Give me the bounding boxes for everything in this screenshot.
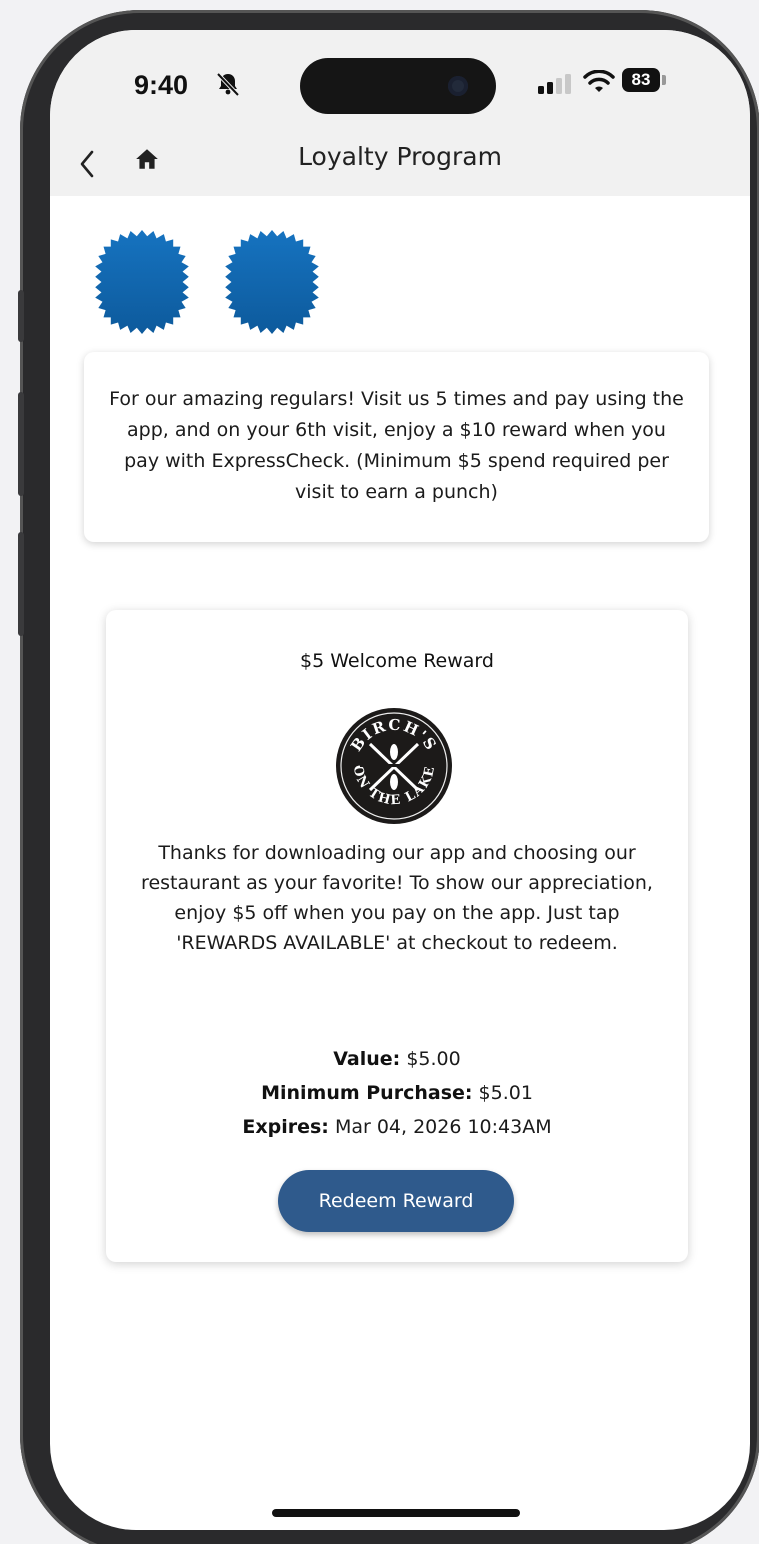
reward-expires-row: Expires: Mar 04, 2026 10:43AM xyxy=(106,1116,688,1138)
reward-description: Thanks for downloading our app and choos… xyxy=(141,842,653,954)
reward-min-purchase-label: Minimum Purchase: xyxy=(261,1082,473,1104)
battery-icon: 83 xyxy=(622,68,660,92)
status-time: 9:40 xyxy=(134,70,189,100)
loyalty-info-card: For our amazing regulars! Visit us 5 tim… xyxy=(84,352,709,542)
home-indicator[interactable] xyxy=(272,1509,520,1517)
punch-stamp-icon xyxy=(95,230,189,334)
reward-expires: Mar 04, 2026 10:43AM xyxy=(334,1116,552,1138)
reward-title: $5 Welcome Reward xyxy=(300,650,494,672)
restaurant-logo: BIRCH'S ON THE LAKE xyxy=(336,708,452,824)
screen: 9:40 83 Loyalty Program For our amazing … xyxy=(50,30,750,1530)
page-title: Loyalty Program xyxy=(298,142,502,171)
reward-value: $5.00 xyxy=(406,1048,461,1070)
volume-down-button xyxy=(18,532,24,636)
reward-min-purchase: $5.01 xyxy=(478,1082,533,1104)
bell-slash-icon xyxy=(216,72,240,97)
punch-card-stamps xyxy=(90,230,324,340)
cellular-signal-icon xyxy=(538,74,571,94)
reward-value-label: Value: xyxy=(333,1048,401,1070)
reward-expires-label: Expires: xyxy=(242,1116,329,1138)
volume-up-button xyxy=(18,392,24,496)
dynamic-island xyxy=(300,58,496,114)
wifi-icon xyxy=(583,70,615,92)
loyalty-info-text: For our amazing regulars! Visit us 5 tim… xyxy=(109,388,684,503)
redeem-reward-button[interactable]: Redeem Reward xyxy=(278,1170,514,1232)
reward-min-purchase-row: Minimum Purchase: $5.01 xyxy=(106,1082,688,1104)
battery-tip xyxy=(662,75,666,85)
punch-stamp-icon xyxy=(225,230,319,334)
silent-switch xyxy=(18,290,24,342)
camera-icon xyxy=(448,76,468,96)
reward-card: $5 Welcome Reward BIRCH'S ON THE LAKE Th… xyxy=(106,610,688,1262)
reward-value-row: Value: $5.00 xyxy=(106,1048,688,1070)
